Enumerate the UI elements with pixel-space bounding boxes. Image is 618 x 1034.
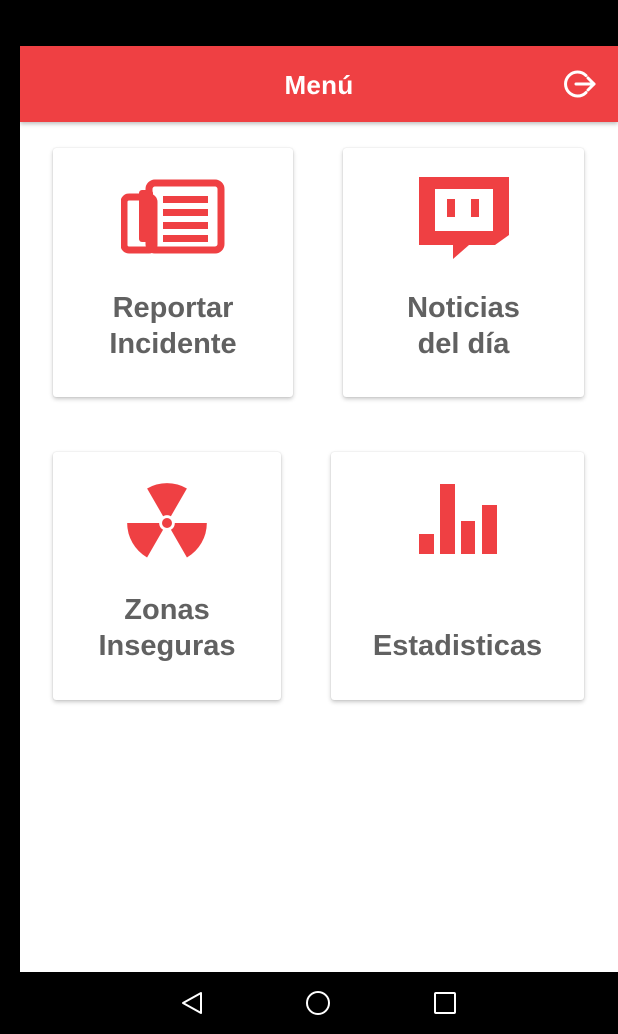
app-bar: Menú — [20, 46, 618, 122]
report-incident-card[interactable]: Reportar Incidente — [53, 148, 293, 397]
app-screen: Menú Reportar Incidente Noticias del día… — [20, 0, 618, 1034]
logout-icon — [564, 70, 596, 98]
newspaper-icon — [121, 179, 225, 254]
back-button[interactable] — [172, 986, 212, 1020]
daily-news-label: Noticias del día — [407, 292, 520, 360]
daily-news-card[interactable]: Noticias del día — [343, 148, 584, 397]
report-incident-label: Reportar Incidente — [109, 292, 237, 360]
logout-button[interactable] — [560, 64, 602, 104]
back-icon — [182, 992, 202, 1014]
recents-button[interactable] — [425, 986, 465, 1020]
statistics-label: Estadisticas — [372, 630, 543, 662]
page-title: Menú — [284, 70, 354, 100]
home-button[interactable] — [298, 986, 338, 1020]
bar-chart-icon — [418, 484, 497, 554]
unsafe-zones-card[interactable]: Zonas Inseguras — [53, 452, 281, 700]
system-nav-bar — [20, 972, 618, 1034]
chat-bubble-icon — [418, 177, 509, 259]
unsafe-zones-label: Zonas Inseguras — [98, 594, 236, 662]
statistics-card[interactable]: Estadisticas — [331, 452, 584, 700]
recents-icon — [434, 992, 456, 1014]
home-icon — [306, 991, 330, 1015]
radiation-icon — [127, 483, 207, 558]
status-bar — [20, 0, 618, 46]
